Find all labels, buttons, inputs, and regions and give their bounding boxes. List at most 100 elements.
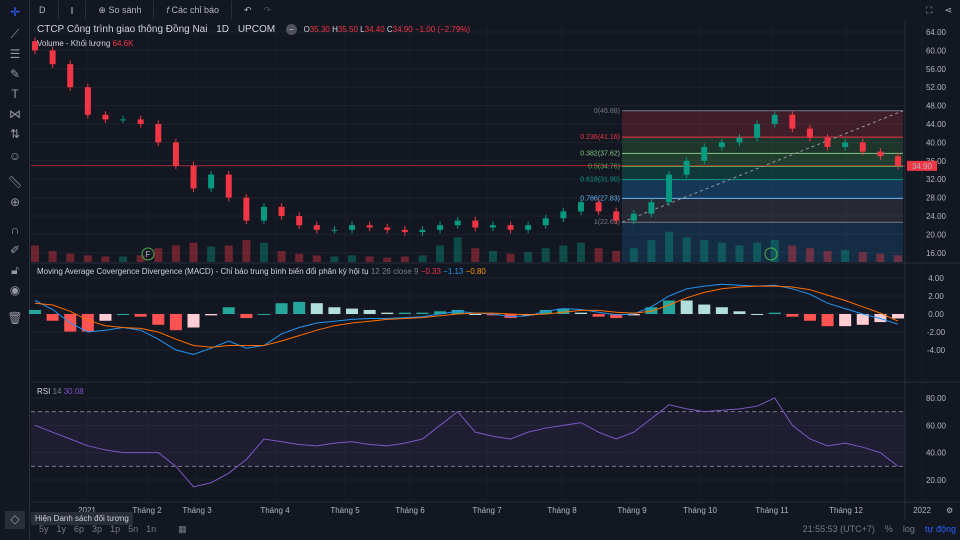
macd-histogram-bar [46, 314, 59, 321]
volume-legend: Volume - Khối lượng 64.6K [37, 39, 133, 48]
volume-label: Volume - Khối lượng [37, 39, 111, 48]
macd-histogram-bar [346, 308, 359, 314]
candle [137, 119, 144, 124]
close-value: 34.90 [392, 25, 413, 34]
range-3m[interactable]: 3p [92, 524, 102, 535]
candle [243, 197, 250, 221]
macd-histogram-bar [293, 301, 306, 314]
macd-histogram-bar [99, 314, 112, 321]
range-1d[interactable]: 1n [146, 524, 156, 535]
volume-bar [894, 255, 902, 262]
fib-band [622, 110, 903, 138]
candle [120, 119, 127, 121]
price-tick: 24.00 [926, 212, 947, 221]
clock[interactable]: 21:55:53 (UTC+7) [803, 524, 875, 534]
candle [859, 142, 866, 152]
macd-histogram-bar [187, 314, 200, 328]
settings-icon: ⚙ [946, 506, 953, 515]
time-tick: Tháng 11 [755, 506, 789, 515]
macd-histogram-bar [29, 309, 41, 314]
fib-level-label: 0.236(41.16) [580, 134, 620, 141]
bottom-toolbar: 5y 1y 6p 3p 1p 5n 1n ▦ 21:55:53 (UTC+7) … [31, 521, 960, 540]
price-tick: 60.00 [926, 46, 947, 55]
macd-tick: 0.00 [928, 310, 944, 319]
macd-histogram-bar [680, 300, 693, 314]
volume-bar [101, 256, 110, 262]
range-5y[interactable]: 5y [39, 524, 49, 535]
candle [648, 202, 655, 214]
volume-bar [700, 240, 709, 262]
macd-histogram-bar [205, 314, 218, 316]
macd-histogram-bar [328, 307, 341, 314]
rsi-legend: RSI 14 30.08 [37, 387, 84, 396]
macd-histogram-bar [733, 311, 746, 314]
candle [260, 206, 267, 221]
time-tick: Tháng 6 [395, 506, 425, 515]
volume-bar [348, 255, 357, 262]
macd-histogram-bar [892, 314, 904, 319]
rsi-label: RSI [37, 387, 51, 396]
macd-histogram-bar [275, 303, 288, 314]
volume-bar [612, 251, 621, 262]
macd-signal-value: −0.80 [465, 267, 486, 276]
time-tick: Tháng 2 [132, 506, 162, 515]
volume-bar [119, 256, 128, 262]
volume-bar [242, 240, 251, 262]
auto-toggle[interactable]: tự động [925, 524, 956, 534]
macd-hist-value: −0.33 [420, 267, 441, 276]
last-price-label: 34.90 [912, 162, 933, 171]
volume-bar [224, 245, 233, 262]
macd-histogram-bar [169, 314, 182, 331]
candle [278, 206, 285, 216]
candle [542, 218, 549, 226]
candle [384, 227, 391, 230]
volume-bar [594, 248, 603, 262]
macd-histogram-bar [663, 300, 676, 314]
candle [225, 174, 232, 198]
symbol-name: CTCP Công trình giao thông Đồng Nai [37, 24, 208, 35]
volume-bar [823, 251, 832, 262]
macd-histogram-bar [81, 314, 94, 332]
high-value: 35.50 [337, 25, 358, 34]
volume-bar [365, 256, 374, 262]
time-tick: 2022 [913, 506, 931, 515]
macd-histogram-bar [152, 314, 165, 325]
candle [701, 147, 708, 161]
log-toggle[interactable]: log [903, 524, 915, 534]
macd-histogram-bar [117, 314, 130, 315]
range-1m[interactable]: 1p [110, 524, 120, 535]
macd-line [34, 283, 899, 356]
candle [877, 151, 884, 157]
volume-bar [488, 251, 497, 262]
candle [789, 114, 796, 129]
volume-bar [805, 248, 814, 262]
range-5d[interactable]: 5n [128, 524, 138, 535]
range-1y[interactable]: 1y [57, 524, 67, 535]
candle [172, 142, 179, 166]
candle [560, 211, 567, 219]
price-tick: 64.00 [926, 28, 947, 37]
percent-toggle[interactable]: % [885, 524, 893, 534]
time-tick: Tháng 4 [260, 506, 290, 515]
macd-histogram-bar [698, 304, 711, 314]
candle [489, 225, 496, 228]
candle [67, 64, 74, 88]
fib-level-label: 0(46.88) [594, 108, 620, 115]
volume-bar [136, 255, 145, 262]
volume-bar [665, 231, 674, 262]
rsi-value: 30.08 [63, 387, 84, 396]
candle [666, 174, 673, 203]
goto-date-icon[interactable]: ▦ [178, 524, 187, 535]
macd-histogram-bar [240, 314, 253, 319]
range-6m[interactable]: 6p [74, 524, 84, 535]
macd-histogram-bar [574, 312, 587, 314]
collapse-legend-icon[interactable]: − [285, 24, 297, 35]
volume-bar [189, 242, 198, 262]
volume-bar [31, 245, 39, 262]
symbol-legend: CTCP Công trình giao thông Đồng Nai 1D U… [37, 24, 470, 35]
candle [895, 156, 901, 166]
volume-bar [154, 248, 163, 262]
macd-params: 12 26 close 9 [370, 267, 419, 276]
candle [718, 142, 725, 147]
volume-bar [841, 249, 850, 262]
